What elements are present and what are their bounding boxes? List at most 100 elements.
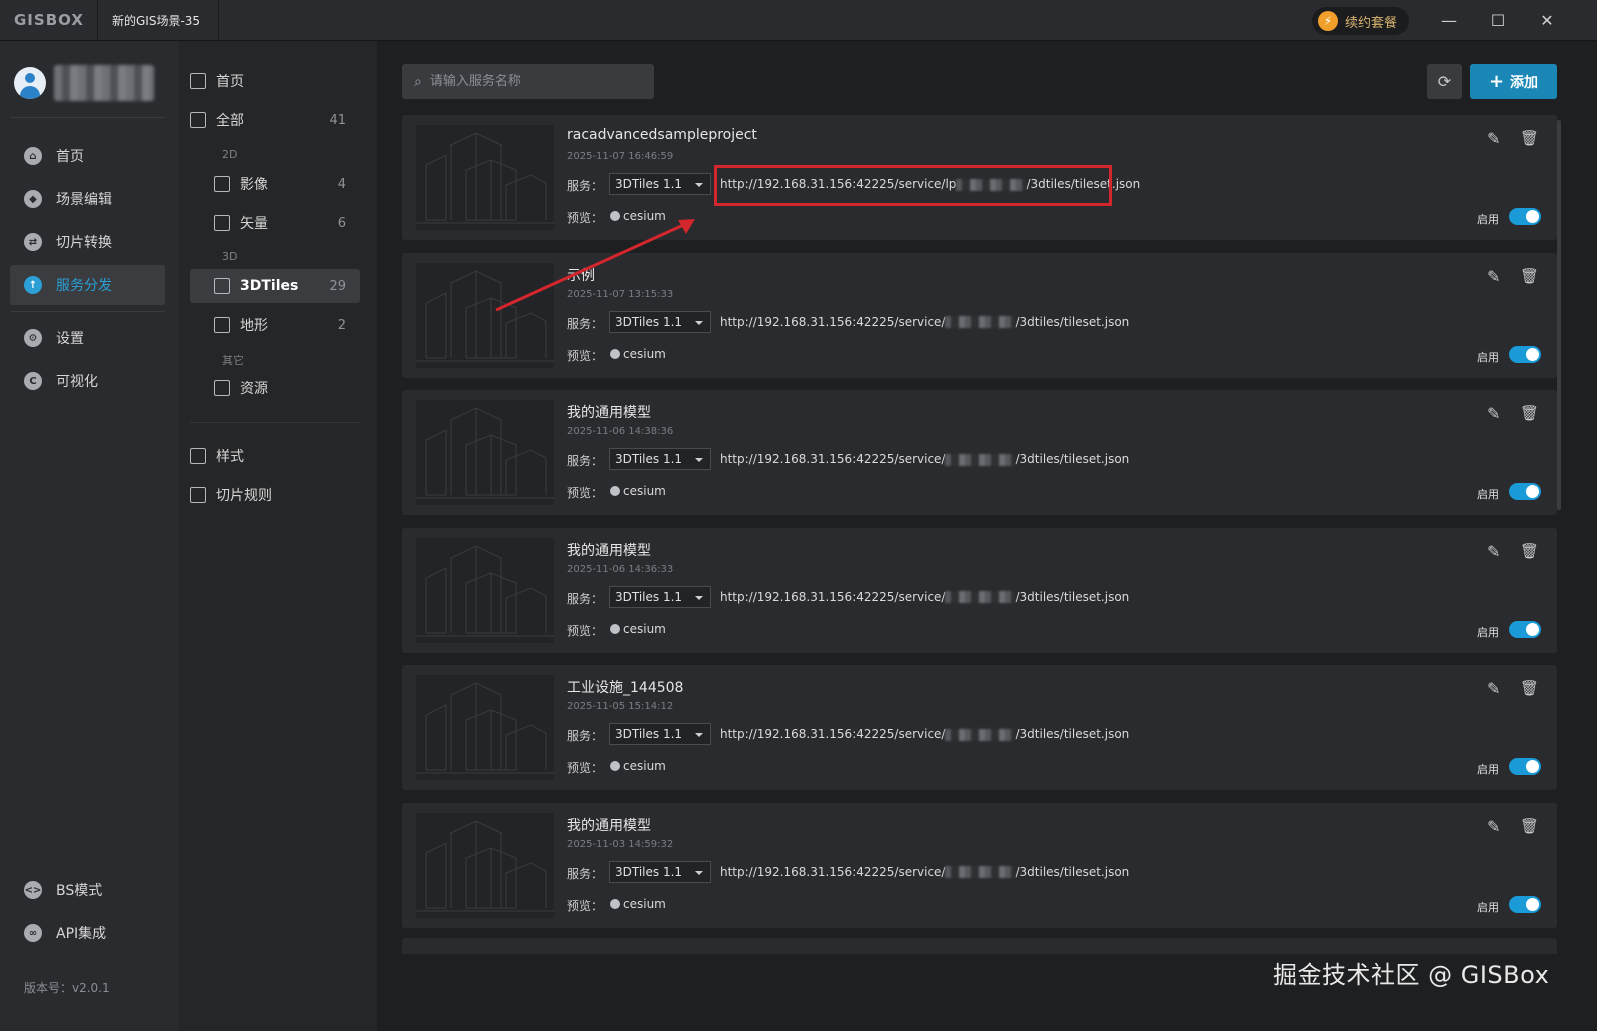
sidebar-item-label: 服务分发 [56, 278, 112, 294]
enable-toggle[interactable] [1509, 895, 1541, 913]
user-profile[interactable] [14, 65, 154, 101]
resource-icon [214, 380, 230, 396]
service-url[interactable]: http://192.168.31.156:42225/service/ /3dt… [720, 452, 1129, 466]
search-box[interactable]: ⌕ [402, 64, 654, 99]
service-type-select[interactable]: 3DTiles 1.1 [609, 448, 711, 470]
cesium-label: cesium [623, 346, 666, 361]
main-content: ⌕ ⟳ + 添加 racadvancedsampleproject 2025-11… [377, 41, 1597, 1031]
category-home[interactable]: 首页 [190, 64, 360, 98]
cesium-preview-link[interactable]: cesium [610, 759, 666, 773]
service-title: 我的通用模型 [567, 542, 651, 559]
sidebar-item-4[interactable]: ⚙ 设置 [10, 318, 165, 358]
preview-label: 预览： [567, 761, 604, 775]
edit-icon[interactable]: ✎ [1487, 404, 1500, 423]
cube-icon: ◆ [24, 190, 42, 208]
category-panel: 首页 全部 41 2D 影像 4 矢量 6 3D 3DTiles 29 地形 2… [178, 41, 377, 1031]
redacted-segment [945, 316, 1016, 328]
service-type-select[interactable]: 3DTiles 1.1 [609, 723, 711, 745]
sidebar-item-0[interactable]: ⌂ 首页 [10, 136, 165, 176]
category-imagery[interactable]: 影像 4 [214, 167, 360, 201]
cesium-preview-link[interactable]: cesium [610, 622, 666, 636]
trash-icon[interactable]: 🗑 [1520, 404, 1539, 422]
add-button[interactable]: + 添加 [1470, 64, 1557, 99]
globe-icon [610, 898, 620, 909]
category-all[interactable]: 全部 41 [190, 103, 360, 137]
cesium-label: cesium [623, 484, 666, 498]
service-title: 我的通用模型 [567, 817, 651, 834]
add-label: 添加 [1510, 74, 1539, 91]
redacted-segment [945, 591, 1016, 603]
category-resource[interactable]: 资源 [214, 371, 360, 405]
cesium-preview-link[interactable]: cesium [610, 347, 666, 361]
search-input[interactable] [429, 74, 630, 89]
trash-icon[interactable]: 🗑 [1520, 267, 1539, 285]
service-url[interactable]: http://192.168.31.156:42225/service/ /3dt… [720, 590, 1129, 604]
sidebar-item-label: 切片转换 [56, 235, 112, 251]
category-count: 41 [329, 112, 346, 128]
service-card[interactable]: 我的通用模型 2025-11-03 14:59:32 服务： 3DTiles 1.1 h… [402, 802, 1557, 928]
category-style[interactable]: 样式 [190, 439, 360, 473]
sidebar-item-2[interactable]: ⇄ 切片转换 [10, 222, 165, 262]
divider [10, 117, 165, 118]
service-card[interactable]: 我的通用模型 2025-11-06 14:38:36 服务： 3DTiles 1.1 h… [402, 390, 1557, 515]
url-suffix: /3dtiles/tileset.json [1015, 864, 1130, 879]
url-suffix: /3dtiles/tileset.json [1015, 452, 1130, 466]
service-type-select[interactable]: 3DTiles 1.1 [609, 860, 711, 883]
sidebar-bottom-item-0[interactable]: <> BS模式 [10, 870, 165, 910]
cesium-label: cesium [623, 896, 666, 911]
edit-icon[interactable]: ✎ [1487, 679, 1500, 698]
enabled-label: 启用 [1477, 350, 1499, 364]
service-type-select[interactable]: 3DTiles 1.1 [609, 585, 711, 608]
edit-icon[interactable]: ✎ [1487, 267, 1500, 286]
trash-icon[interactable]: 🗑 [1520, 129, 1539, 147]
edit-icon[interactable]: ✎ [1487, 817, 1500, 836]
category-label: 首页 [216, 74, 244, 90]
close-button[interactable]: ✕ [1535, 8, 1559, 32]
service-url[interactable]: http://192.168.31.156:42225/service/ /3dt… [720, 315, 1129, 329]
service-date: 2025-11-03 14:59:32 [567, 838, 674, 850]
enable-toggle[interactable] [1509, 483, 1541, 500]
category-label: 全部 [216, 113, 244, 129]
avatar[interactable] [14, 67, 46, 99]
watermark: 掘金技术社区 @ GISBox [1273, 961, 1550, 989]
category-terrain[interactable]: 地形 2 [214, 308, 360, 342]
sidebar-item-label: 场景编辑 [56, 192, 112, 208]
url-highlight-box [714, 165, 1112, 206]
enable-toggle[interactable] [1509, 345, 1541, 363]
service-date: 2025-11-07 16:46:59 [567, 151, 674, 162]
trash-icon[interactable]: 🗑 [1520, 817, 1539, 835]
renew-plan-button[interactable]: ⚡ 续约套餐 [1312, 7, 1410, 35]
sidebar-item-1[interactable]: ◆ 场景编辑 [10, 179, 165, 219]
maximize-button[interactable]: ☐ [1486, 8, 1510, 32]
enable-toggle[interactable] [1509, 620, 1541, 638]
category-3dtiles[interactable]: 3DTiles 29 [190, 269, 360, 303]
category-count: 2 [337, 317, 346, 333]
cesium-preview-link[interactable]: cesium [610, 484, 666, 498]
service-card[interactable]: 工业设施_144508 2025-11-05 15:14:12 服务： 3DTiles… [402, 665, 1557, 790]
refresh-button[interactable]: ⟳ [1427, 64, 1462, 99]
service-card[interactable]: 我的通用模型 2025-11-06 14:36:33 服务： 3DTiles 1.1 h… [402, 527, 1557, 653]
enable-toggle[interactable] [1509, 758, 1541, 775]
sidebar-bottom-item-1[interactable]: ∞ API集成 [10, 913, 165, 953]
trash-icon[interactable]: 🗑 [1520, 679, 1539, 697]
edit-icon[interactable]: ✎ [1487, 542, 1500, 561]
enabled-label: 启用 [1477, 625, 1499, 639]
cesium-preview-link[interactable]: cesium [610, 897, 666, 911]
service-url[interactable]: http://192.168.31.156:42225/service/ /3dt… [720, 727, 1129, 741]
grid-icon [190, 112, 206, 128]
minimize-button[interactable]: — [1437, 8, 1461, 32]
category-tile-rules[interactable]: 切片规则 [190, 478, 360, 512]
sidebar-item-3[interactable]: ↑ 服务分发 [10, 265, 165, 305]
document-tab[interactable]: 新的GIS场景-35 [98, 0, 220, 41]
service-type-select[interactable]: 3DTiles 1.1 [609, 173, 711, 195]
model-thumbnail [416, 537, 554, 643]
search-icon: ⌕ [414, 73, 422, 90]
enable-toggle[interactable] [1509, 208, 1541, 225]
scrollbar[interactable] [1557, 120, 1561, 510]
sidebar-item-5[interactable]: C 可视化 [10, 361, 165, 401]
edit-icon[interactable]: ✎ [1487, 129, 1500, 148]
category-vector[interactable]: 矢量 6 [214, 206, 360, 240]
trash-icon[interactable]: 🗑 [1520, 542, 1539, 560]
globe-icon [610, 486, 620, 496]
service-url[interactable]: http://192.168.31.156:42225/service/ /3dt… [720, 865, 1129, 879]
